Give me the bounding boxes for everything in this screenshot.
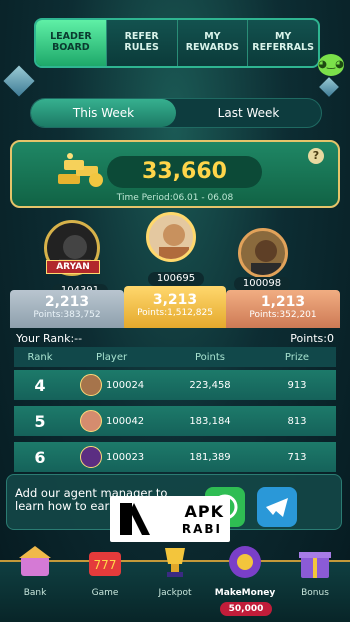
table-row[interactable]: 4 100024 223,458 913 — [14, 370, 336, 400]
table-header: Rank Player Points Prize — [14, 347, 336, 367]
podium-score: 2,213 — [44, 294, 90, 310]
row-rank: 4 — [34, 375, 46, 395]
header-prize: Prize — [284, 351, 310, 363]
your-points-label: Points:0 — [290, 332, 334, 345]
row-prize: 913 — [287, 379, 307, 391]
time-period: Time Period:06.01 - 06.08 — [116, 193, 234, 203]
player-avatar — [80, 446, 102, 468]
player-id: 100024 — [106, 379, 145, 391]
player-avatar — [80, 410, 102, 432]
nav-label: Jackpot — [158, 588, 192, 598]
row-rank: 6 — [34, 447, 46, 467]
player-id: 100042 — [106, 415, 145, 427]
podium-points: Points:1,512,825 — [137, 308, 213, 318]
watermark-text: APK — [184, 502, 224, 521]
coin-balance-badge: 50,000 — [220, 602, 272, 616]
chat-bubble-icon[interactable]: ◕‿◕ — [318, 54, 344, 76]
podium-points: Points:352,201 — [249, 310, 317, 320]
top-tabs: LEADER BOARD REFER RULES MY REWARDS MY R… — [34, 18, 320, 68]
tab-refer-rules[interactable]: REFER RULES — [105, 20, 177, 66]
watermark-logo: APK RABI — [110, 496, 230, 542]
tab-my-referrals[interactable]: MY REFERRALS — [247, 20, 318, 66]
this-week-button[interactable]: This Week — [31, 99, 176, 127]
row-rank: 5 — [34, 411, 46, 431]
avatar[interactable] — [238, 228, 288, 278]
last-week-button[interactable]: Last Week — [176, 99, 321, 127]
watermark-text: RABI — [181, 522, 222, 536]
jackpot-trophy-icon — [165, 548, 185, 577]
telegram-icon[interactable] — [257, 487, 297, 527]
header-player: Player — [96, 351, 128, 363]
your-rank-row: Your Rank:-- Points:0 — [0, 332, 350, 348]
podium-score: 3,213 — [152, 292, 198, 308]
avatar-image — [159, 224, 189, 259]
avatar-image — [251, 240, 281, 275]
podium-id: 100695 — [148, 272, 204, 286]
bottom-nav: Bank 777 Game Jackpot MakeMoney Bonus — [0, 546, 350, 622]
row-points: 181,389 — [189, 451, 231, 463]
row-player: 100023 — [66, 446, 162, 468]
nav-label: Bonus — [301, 588, 329, 598]
name-tag: ARYAN — [46, 260, 100, 274]
watermark-logo-icon — [120, 503, 150, 535]
nav-label: Bank — [23, 588, 47, 598]
svg-text:777: 777 — [94, 558, 117, 572]
nav-label: Game — [91, 588, 119, 598]
diamond-decoration-icon — [3, 65, 35, 97]
row-prize: 813 — [287, 415, 307, 427]
podium-first: 3,213 Points:1,512,825 — [124, 286, 226, 328]
tab-my-rewards[interactable]: MY REWARDS — [176, 20, 248, 66]
podium-third: 1,213 Points:352,201 — [226, 290, 340, 328]
gold-coins-icon — [58, 153, 103, 187]
podium-second: 2,213 Points:383,752 — [10, 290, 124, 328]
avatar[interactable] — [146, 212, 196, 262]
nav-bank[interactable]: Bank — [0, 546, 70, 622]
bank-icon — [19, 546, 51, 576]
nav-game[interactable]: 777 Game — [70, 552, 140, 622]
podium-score: 1,213 — [260, 294, 306, 310]
row-points: 223,458 — [189, 379, 231, 391]
your-rank-label: Your Rank:-- — [16, 332, 83, 345]
prize-pool-panel: 33,660 ? Time Period:06.01 - 06.08 — [10, 140, 340, 208]
table-row[interactable]: 5 100042 183,184 813 — [14, 406, 336, 436]
week-toggle: This Week Last Week — [30, 98, 322, 128]
prize-amount: 33,660 — [107, 156, 262, 188]
table-row[interactable]: 6 100023 181,389 713 — [14, 442, 336, 472]
row-prize: 713 — [287, 451, 307, 463]
slot-777-icon: 777 — [89, 552, 121, 576]
diamond-decoration-icon — [319, 77, 339, 97]
tab-leader-board[interactable]: LEADER BOARD — [36, 20, 106, 66]
podium-id: 100098 — [234, 277, 290, 291]
player-avatar — [80, 374, 102, 396]
podium-points: Points:383,752 — [33, 310, 101, 320]
row-player: 100042 — [66, 410, 162, 432]
row-points: 183,184 — [189, 415, 231, 427]
player-id: 100023 — [106, 451, 145, 463]
nav-label: MakeMoney — [214, 588, 276, 598]
nav-jackpot[interactable]: Jackpot — [140, 548, 210, 622]
header-rank: Rank — [27, 351, 53, 363]
gift-box-icon — [299, 552, 331, 578]
make-money-icon — [229, 546, 261, 578]
nav-bonus[interactable]: Bonus — [280, 552, 350, 622]
help-icon[interactable]: ? — [308, 148, 324, 164]
header-points: Points — [194, 351, 226, 363]
row-player: 100024 — [66, 374, 162, 396]
